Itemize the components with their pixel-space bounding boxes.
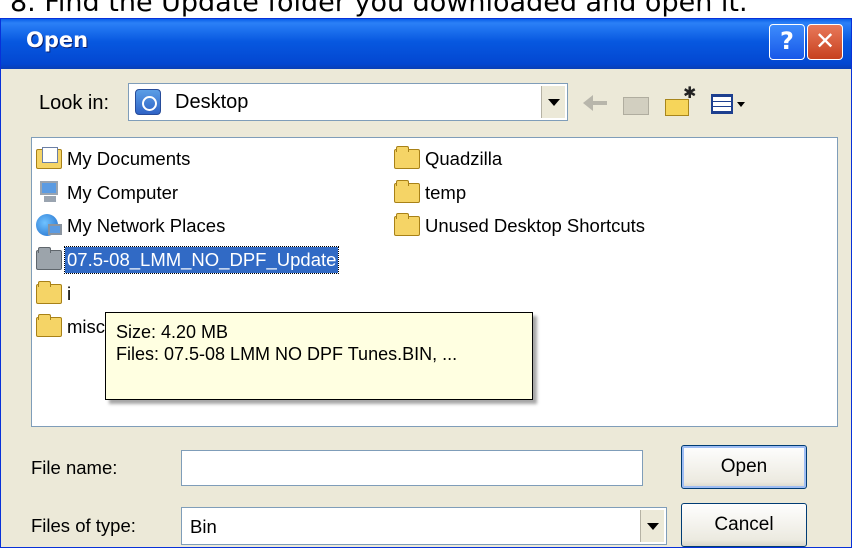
dropdown-arrow-icon[interactable] <box>541 86 565 118</box>
instruction-text: 8. Find the Update folder you downloaded… <box>10 0 748 18</box>
close-button[interactable]: ✕ <box>807 24 843 60</box>
folder-icon <box>36 247 62 270</box>
back-icon[interactable] <box>583 89 609 119</box>
new-folder-sparkle: ✱ <box>683 83 697 102</box>
folder-icon <box>36 314 62 337</box>
list-item-label: 07.5-08_LMM_NO_DPF_Update <box>63 246 340 274</box>
folder-info-tooltip: Size: 4.20 MB Files: 07.5-08 LMM NO DPF … <box>105 312 533 400</box>
list-item-label: Unused Desktop Shortcuts <box>425 215 646 236</box>
look-in-dropdown[interactable]: Desktop <box>128 83 568 121</box>
folder-icon <box>36 281 62 304</box>
look-in-value: Desktop <box>175 91 249 113</box>
list-item-label: My Network Places <box>67 215 226 236</box>
new-folder-icon[interactable]: ✱ <box>663 83 697 119</box>
tooltip-files: Files: 07.5-08 LMM NO DPF Tunes.BIN, ... <box>116 344 458 364</box>
files-of-type-dropdown[interactable]: Bin <box>181 507 667 545</box>
dropdown-arrow-icon[interactable] <box>640 510 664 542</box>
list-item-label: Quadzilla <box>425 148 503 169</box>
my-computer-icon <box>36 181 62 203</box>
file-name-label: File name: <box>31 457 118 478</box>
views-menu-icon[interactable] <box>709 89 749 119</box>
folder-icon <box>394 180 420 203</box>
files-of-type-value: Bin <box>190 516 217 537</box>
desktop-icon <box>135 89 161 115</box>
cancel-button[interactable]: Cancel <box>681 503 807 547</box>
files-of-type-label: Files of type: <box>31 515 136 536</box>
up-folder-icon[interactable] <box>621 89 651 119</box>
network-places-icon <box>36 214 62 236</box>
folder-icon <box>394 213 420 236</box>
list-item-label: i <box>67 283 72 304</box>
my-documents-icon <box>36 147 62 169</box>
file-name-input[interactable] <box>181 450 643 486</box>
look-in-label: Look in: <box>39 92 110 114</box>
list-item-label: My Computer <box>67 182 179 203</box>
folder-icon <box>394 146 420 169</box>
dialog-title: Open <box>26 28 89 52</box>
title-bar[interactable]: Open ? ✕ <box>1 19 851 69</box>
tooltip-size: Size: 4.20 MB <box>116 322 229 342</box>
open-dialog: Open ? ✕ Look in: Desktop ✱ My Documents… <box>0 18 852 548</box>
list-item-label: My Documents <box>67 148 191 169</box>
help-button[interactable]: ? <box>769 24 805 60</box>
list-item-label: misc <box>67 316 106 337</box>
open-button[interactable]: Open <box>681 445 807 489</box>
list-item-label: temp <box>425 182 467 203</box>
